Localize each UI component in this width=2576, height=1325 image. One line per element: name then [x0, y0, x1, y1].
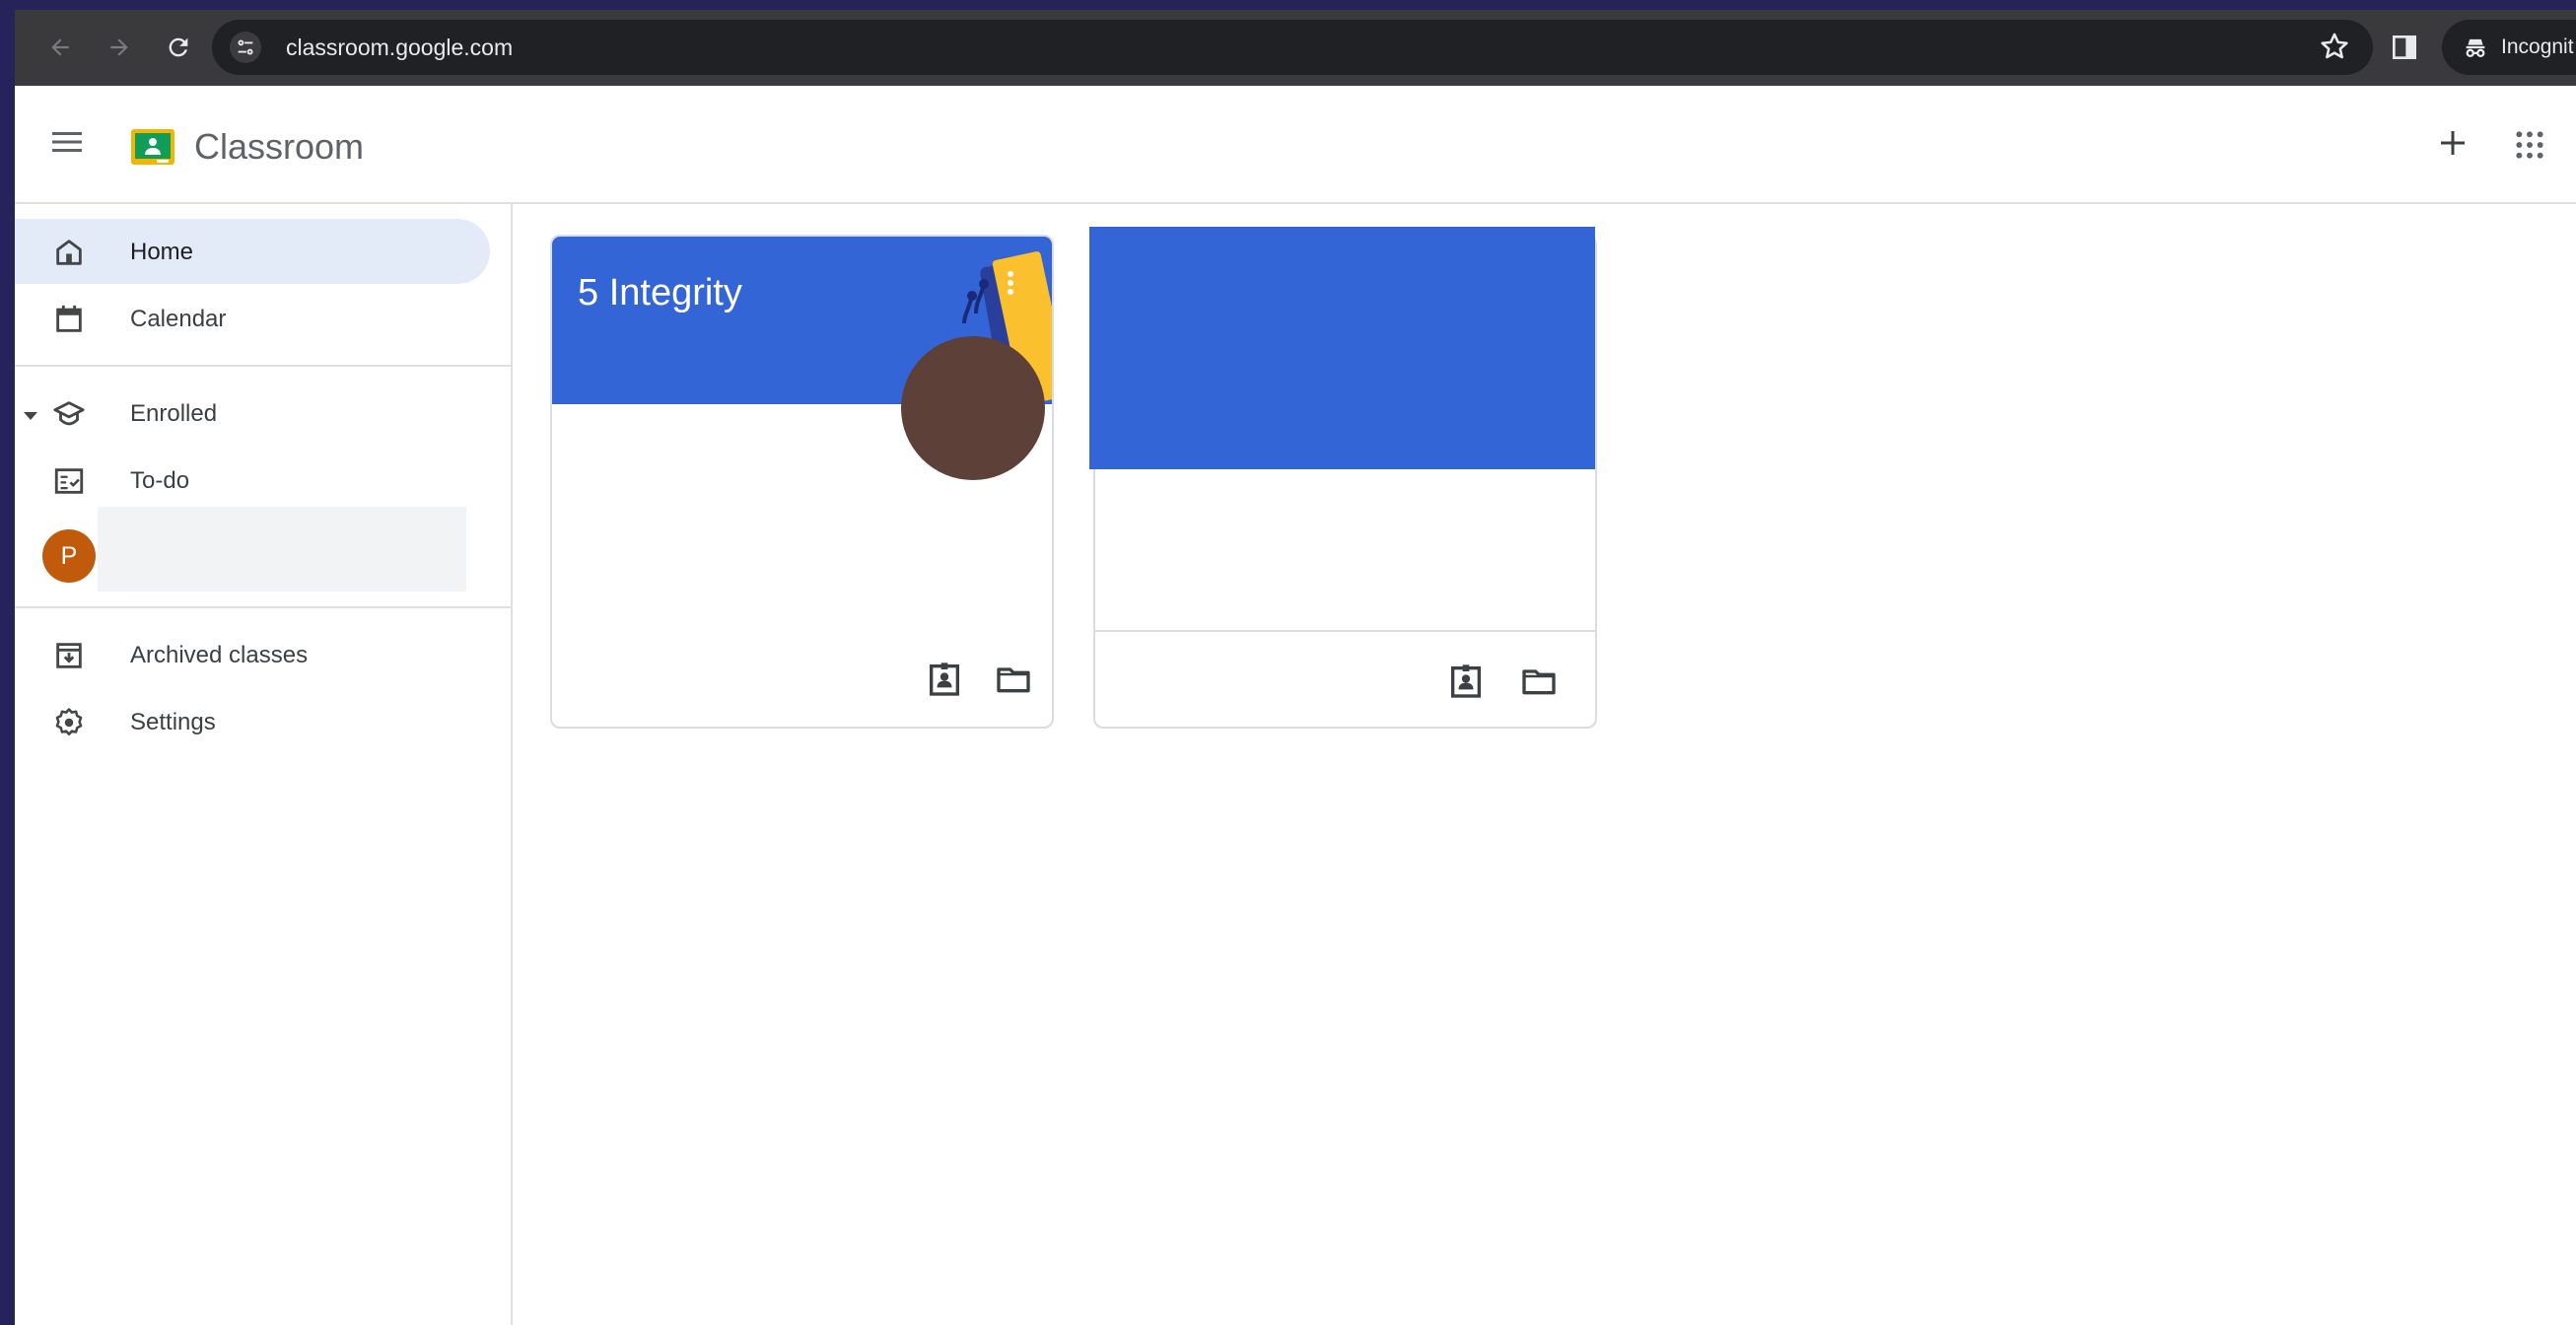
create-or-join-button[interactable] — [2435, 125, 2471, 166]
archive-icon — [56, 643, 82, 668]
redacted-teacher-avatar — [901, 336, 1045, 480]
classroom-logo[interactable] — [131, 129, 174, 170]
caret-down-icon[interactable] — [21, 409, 40, 423]
incognito-indicator[interactable]: Incognit — [2442, 20, 2576, 75]
gear-icon — [55, 708, 83, 736]
class-card[interactable]: 5 Integrity — [550, 235, 1054, 729]
class-title[interactable]: 5 Integrity — [578, 272, 742, 314]
menu-icon — [52, 132, 82, 152]
sidebar-item-todo[interactable]: To-do — [15, 448, 490, 513]
sidebar-item-calendar[interactable]: Calendar — [15, 286, 490, 351]
browser-toolbar: classroom.google.com Incognit — [15, 10, 2576, 86]
app-title[interactable]: Classroom — [194, 126, 364, 168]
redacted-class-banner — [1089, 227, 1595, 469]
sidebar-divider — [15, 606, 511, 608]
forward-button[interactable] — [92, 20, 147, 75]
sidebar-item-archived-classes[interactable]: Archived classes — [15, 622, 490, 687]
sidebar-item-label: Archived classes — [130, 642, 309, 668]
arrow-left-icon — [51, 38, 69, 56]
classroom-logo-icon — [131, 129, 174, 165]
folder-icon[interactable] — [994, 660, 1033, 699]
class-card-actions — [1095, 630, 1595, 727]
site-info-icon[interactable] — [230, 32, 261, 63]
arrow-right-icon — [110, 38, 128, 56]
sidebar-item-label: To-do — [130, 467, 190, 494]
class-card-actions — [552, 630, 1052, 727]
assignment-ind-icon[interactable] — [925, 660, 964, 699]
url-text[interactable]: classroom.google.com — [286, 35, 513, 61]
google-apps-button[interactable] — [2514, 129, 2545, 166]
incognito-label: Incognit — [2501, 35, 2574, 58]
browser-window: classroom.google.com Incognit Classroom — [15, 10, 2576, 1325]
todo-checklist-icon — [54, 468, 84, 494]
sidebar-item-enrolled[interactable]: Enrolled — [15, 381, 490, 446]
sidebar-item-label: Calendar — [130, 306, 227, 332]
plus-icon — [2441, 131, 2465, 155]
back-button[interactable] — [33, 20, 88, 75]
incognito-icon — [2466, 38, 2485, 58]
bookmark-star-icon[interactable] — [2318, 30, 2351, 68]
sidebar-divider — [15, 365, 511, 367]
folder-icon[interactable] — [1519, 662, 1559, 701]
sidebar-item-home[interactable]: Home — [15, 219, 490, 284]
app-header: Classroom — [15, 86, 2576, 204]
main-menu-button[interactable] — [50, 127, 84, 162]
sidebar-item-settings[interactable]: Settings — [15, 689, 490, 754]
sidebar-item-label: Settings — [130, 709, 216, 735]
sidebar-item-class-redacted[interactable] — [98, 507, 466, 592]
more-vert-icon[interactable] — [1006, 270, 1015, 296]
address-bar[interactable]: classroom.google.com — [212, 20, 2373, 75]
class-avatar[interactable]: P — [42, 529, 96, 583]
sidebar: Home Calendar Enrolled To-do P Archived … — [15, 204, 513, 1325]
home-icon — [56, 240, 82, 265]
side-panel-icon[interactable] — [2389, 32, 2420, 68]
calendar-icon — [56, 305, 82, 332]
assignment-ind-icon[interactable] — [1446, 662, 1486, 701]
apps-grid-icon — [2516, 131, 2543, 159]
sidebar-item-label: Enrolled — [130, 400, 218, 427]
reload-button[interactable] — [151, 20, 206, 75]
graduation-cap-icon — [53, 401, 85, 426]
reload-icon — [169, 37, 188, 57]
sidebar-item-label: Home — [130, 239, 194, 265]
